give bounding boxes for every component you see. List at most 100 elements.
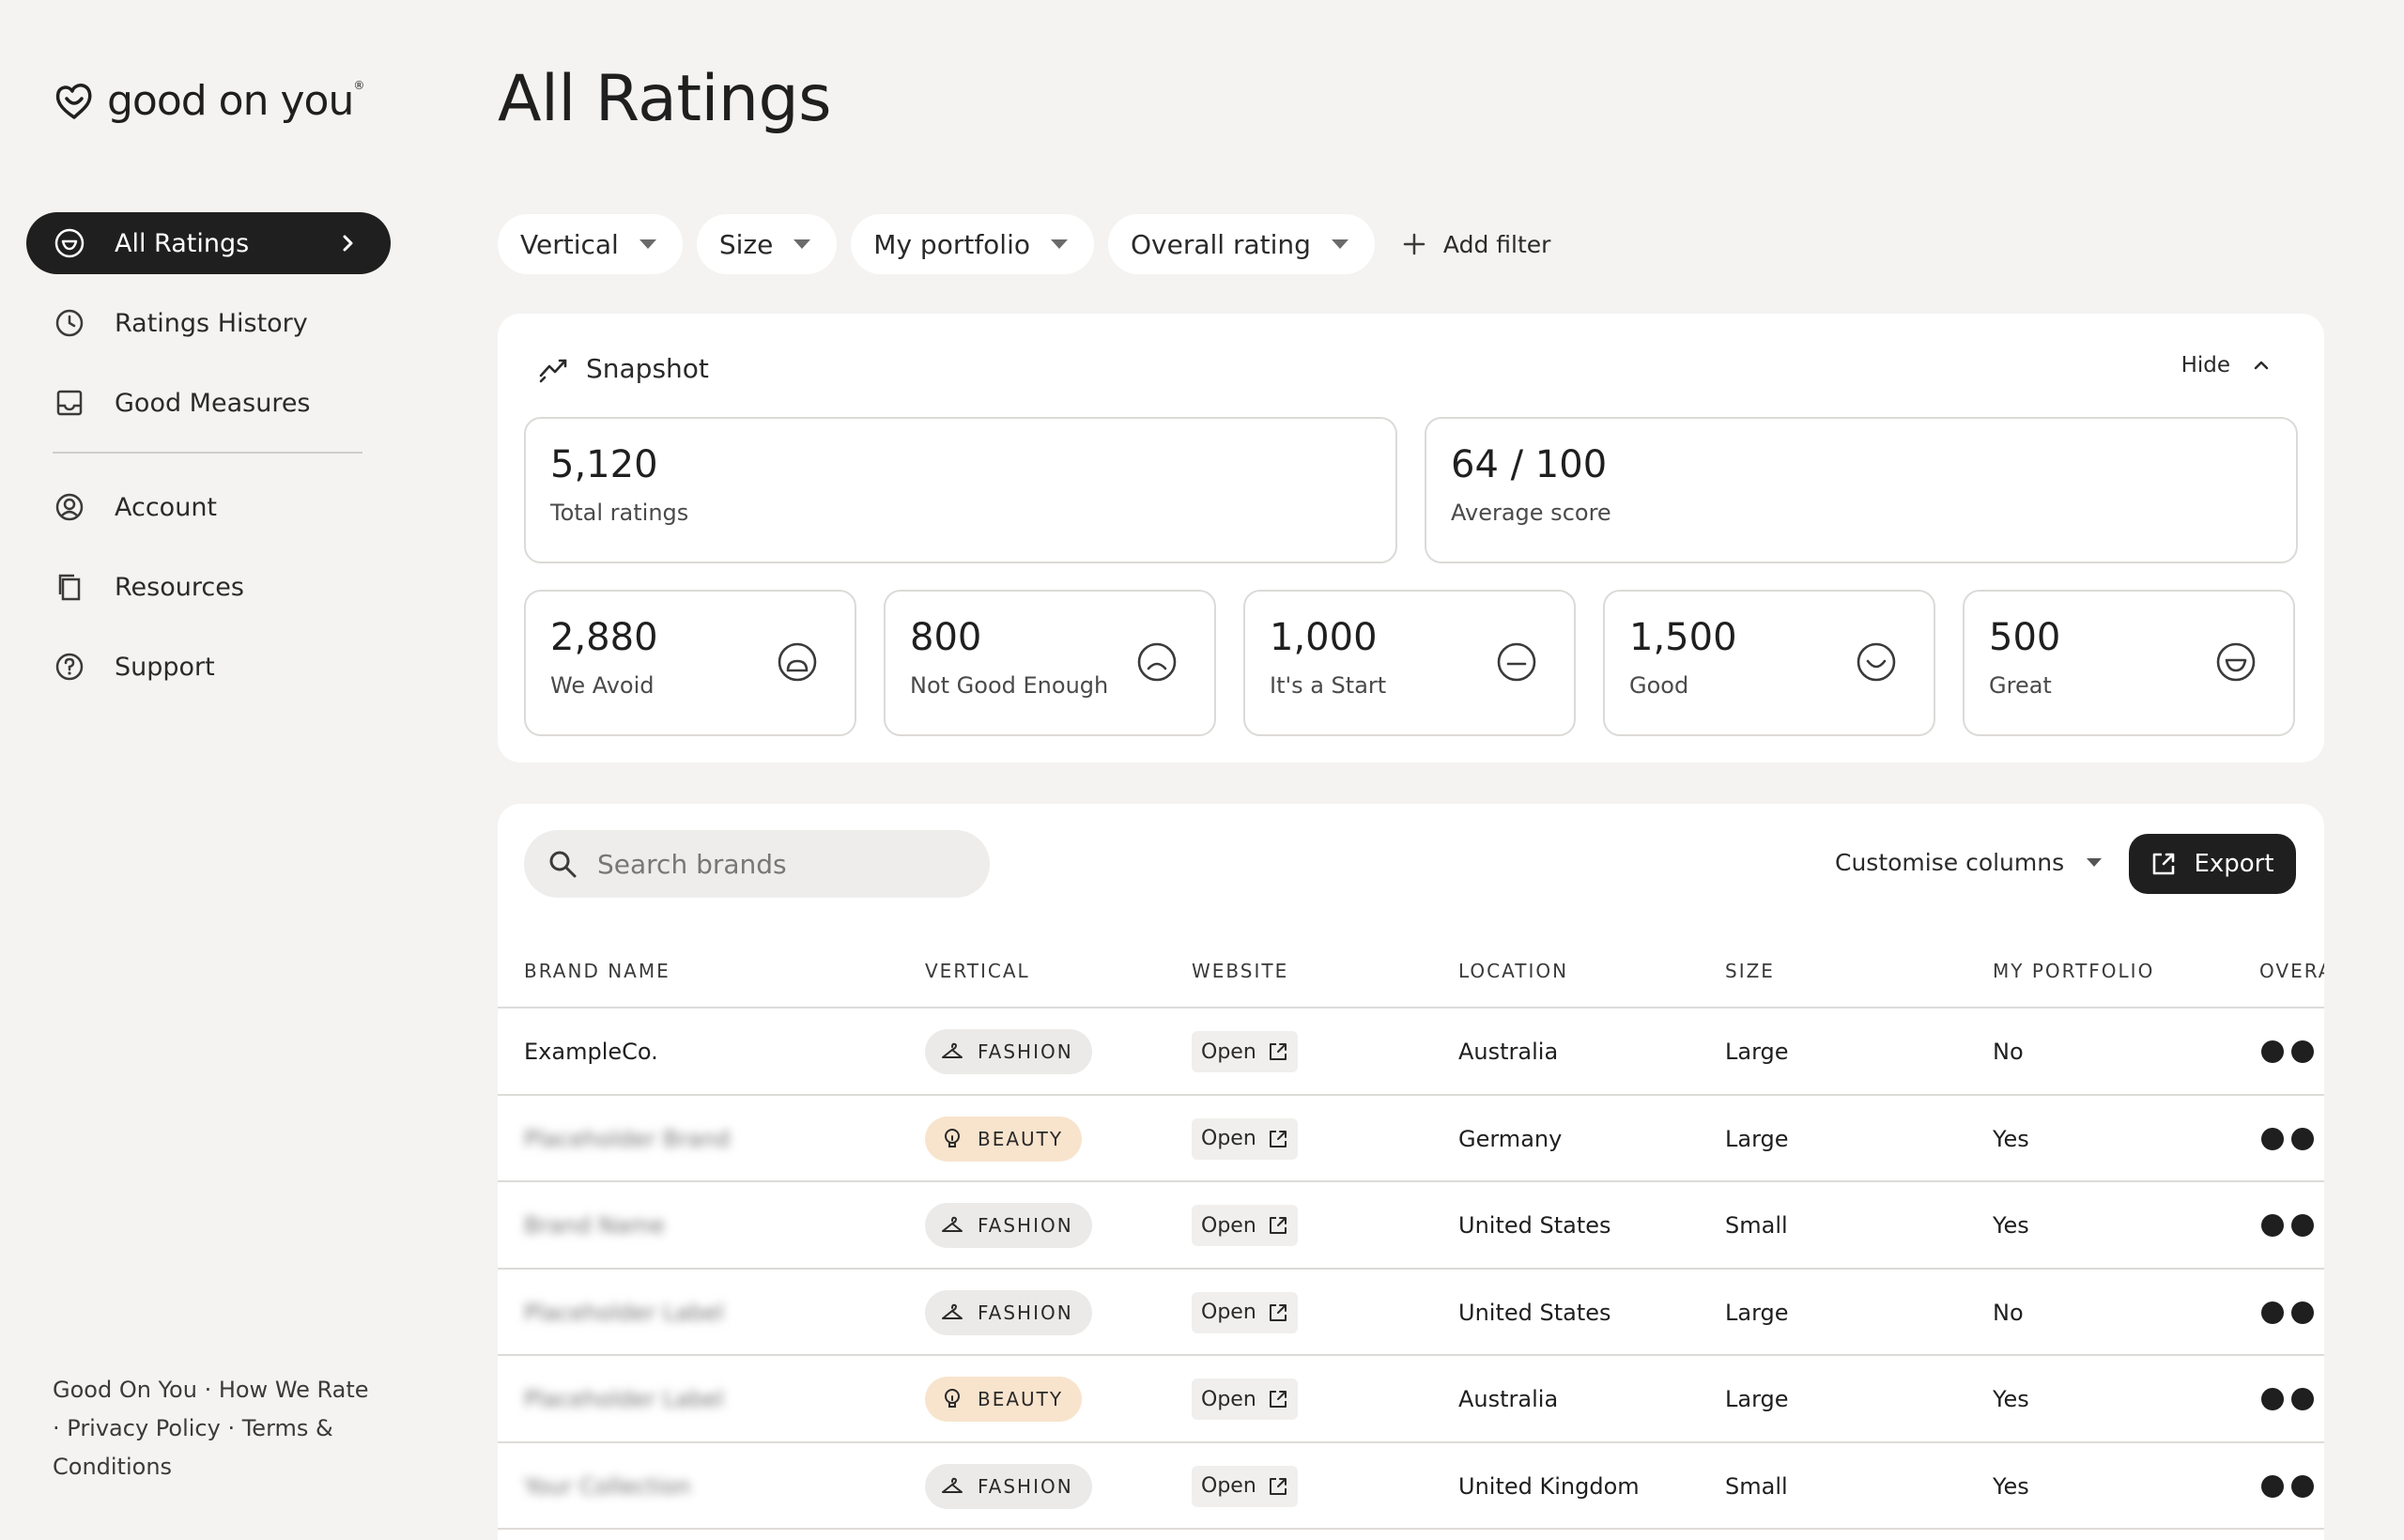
stat-average-score: 64 / 100 Average score xyxy=(1425,417,2298,563)
sidebar-item-ratings-history[interactable]: Ratings History xyxy=(26,292,391,354)
portfolio-cell: Yes xyxy=(1993,1212,2029,1239)
sidebar-item-all-ratings[interactable]: All Ratings xyxy=(26,212,391,274)
vertical-cell: FASHION xyxy=(925,1009,1092,1095)
stat-not-good-enough[interactable]: 800 Not Good Enough xyxy=(884,590,1216,736)
external-link-icon xyxy=(1269,1477,1287,1495)
hanger-icon xyxy=(942,1303,963,1319)
location-cell: Germany xyxy=(1458,1125,1563,1152)
column-header-brand-name[interactable]: BRAND NAME xyxy=(524,960,670,982)
sidebar-nav: All Ratings Ratings History Good Measure… xyxy=(26,212,391,716)
footer-link-how-we-rate[interactable]: How We Rate xyxy=(219,1377,369,1403)
overall-rating-cell xyxy=(2261,1009,2314,1095)
table-row[interactable]: Your Collection FASHION Open United King… xyxy=(498,1443,2324,1530)
sidebar-item-label: Support xyxy=(115,652,215,682)
export-button[interactable]: Export xyxy=(2129,834,2296,894)
filter-overall-rating[interactable]: Overall rating xyxy=(1108,214,1375,274)
website-cell: Open xyxy=(1192,1270,1298,1356)
overall-rating-cell xyxy=(2261,1096,2314,1182)
stat-its-a-start[interactable]: 1,000 It's a Start xyxy=(1243,590,1576,736)
stat-great[interactable]: 500 Great xyxy=(1963,590,2295,736)
column-header-overall[interactable]: OVERA xyxy=(2259,960,2324,982)
page-title: All Ratings xyxy=(498,62,832,136)
table-row[interactable]: Placeholder Label FASHION Open United St… xyxy=(498,1270,2324,1356)
sidebar-item-good-measures[interactable]: Good Measures xyxy=(26,372,391,434)
brand-name-cell[interactable]: Your Collection xyxy=(524,1443,691,1530)
brand-name-cell[interactable]: Brand Name xyxy=(524,1182,665,1269)
stat-good[interactable]: 1,500 Good xyxy=(1603,590,1935,736)
open-website-link[interactable]: Open xyxy=(1192,1291,1298,1333)
vertical-badge: FASHION xyxy=(925,1289,1092,1335)
help-circle-icon xyxy=(53,650,86,684)
footer-link-privacy-policy[interactable]: Privacy Policy xyxy=(67,1415,221,1441)
column-header-location[interactable]: LOCATION xyxy=(1458,960,1568,982)
brand-name-cell[interactable]: Placeholder Label xyxy=(524,1356,724,1442)
logo[interactable]: good on you® xyxy=(53,77,364,125)
vertical-cell: BEAUTY xyxy=(925,1096,1083,1182)
external-export-icon xyxy=(2153,853,2175,875)
face-very-sad-icon xyxy=(778,642,817,682)
vertical-cell: BEAUTY xyxy=(925,1356,1083,1442)
sidebar-item-resources[interactable]: Resources xyxy=(26,556,391,618)
column-header-my-portfolio[interactable]: MY PORTFOLIO xyxy=(1993,960,2154,982)
table-row[interactable]: Placeholder Label BEAUTY Open Australia … xyxy=(498,1356,2324,1443)
external-link-icon xyxy=(1269,1217,1287,1234)
rating-dots xyxy=(2261,1388,2314,1410)
table-row[interactable]: Brand Name FASHION Open United States Sm… xyxy=(498,1182,2324,1270)
rating-dots xyxy=(2261,1127,2314,1150)
portfolio-cell: No xyxy=(1993,1299,2024,1326)
clock-icon xyxy=(53,306,86,340)
filter-vertical[interactable]: Vertical xyxy=(498,214,683,274)
open-website-link[interactable]: Open xyxy=(1192,1378,1298,1420)
search-box[interactable] xyxy=(524,830,990,898)
sidebar-divider xyxy=(53,452,362,454)
sidebar-item-support[interactable]: Support xyxy=(26,636,391,698)
smile-face-icon xyxy=(53,226,86,260)
brand-name-cell[interactable]: ExampleCo. xyxy=(524,1009,658,1095)
hide-snapshot-button[interactable]: Hide xyxy=(2181,353,2272,377)
stat-we-avoid[interactable]: 2,880 We Avoid xyxy=(524,590,856,736)
customise-columns-dropdown[interactable]: Customise columns xyxy=(1835,849,2103,876)
column-header-website[interactable]: WEBSITE xyxy=(1192,960,1288,982)
sidebar-item-label: Good Measures xyxy=(115,388,311,418)
overall-rating-cell xyxy=(2261,1270,2314,1356)
filter-my-portfolio[interactable]: My portfolio xyxy=(851,214,1094,274)
open-website-link[interactable]: Open xyxy=(1192,1031,1298,1072)
external-link-icon xyxy=(1269,1303,1287,1321)
vertical-badge: FASHION xyxy=(925,1029,1092,1074)
hanger-icon xyxy=(942,1216,963,1232)
brand-name-cell[interactable]: Placeholder Label xyxy=(524,1270,724,1356)
column-header-size[interactable]: SIZE xyxy=(1725,960,1775,982)
rating-dots xyxy=(2261,1040,2314,1063)
footer-link-good-on-you[interactable]: Good On You xyxy=(53,1377,197,1403)
website-cell: Open xyxy=(1192,1096,1298,1182)
sidebar-item-account[interactable]: Account xyxy=(26,476,391,538)
website-cell: Open xyxy=(1192,1009,1298,1095)
filter-size[interactable]: Size xyxy=(696,214,838,274)
snapshot-card: Snapshot Hide 5,120 Total ratings 64 / 1… xyxy=(498,314,2324,762)
face-smile-icon xyxy=(1857,642,1896,682)
open-website-link[interactable]: Open xyxy=(1192,1205,1298,1246)
open-website-link[interactable]: Open xyxy=(1192,1465,1298,1507)
column-header-vertical[interactable]: VERTICAL xyxy=(925,960,1030,982)
portfolio-cell: No xyxy=(1993,1039,2024,1065)
portfolio-cell: Yes xyxy=(1993,1125,2029,1152)
size-cell: Large xyxy=(1725,1386,1789,1412)
external-link-icon xyxy=(1269,1043,1287,1060)
lightbulb-icon xyxy=(945,1128,960,1147)
caret-down-icon xyxy=(2087,858,2103,867)
search-icon xyxy=(549,851,577,878)
overall-rating-cell xyxy=(2261,1443,2314,1530)
table-body: ExampleCo. FASHION Open Australia Large … xyxy=(498,1009,2324,1530)
vertical-badge: FASHION xyxy=(925,1463,1092,1509)
table-row[interactable]: Placeholder Brand BEAUTY Open Germany La… xyxy=(498,1096,2324,1182)
size-cell: Small xyxy=(1725,1212,1788,1239)
location-cell: Australia xyxy=(1458,1039,1559,1065)
ratings-table-card: Customise columns Export BRAND NAME VERT… xyxy=(498,804,2324,1540)
location-cell: United Kingdom xyxy=(1458,1472,1640,1500)
search-input[interactable] xyxy=(597,848,973,880)
open-website-link[interactable]: Open xyxy=(1192,1117,1298,1160)
table-row[interactable]: ExampleCo. FASHION Open Australia Large … xyxy=(498,1009,2324,1096)
caret-down-icon xyxy=(794,239,811,249)
add-filter-button[interactable]: Add filter xyxy=(1389,231,1550,258)
brand-name-cell[interactable]: Placeholder Brand xyxy=(524,1096,730,1182)
